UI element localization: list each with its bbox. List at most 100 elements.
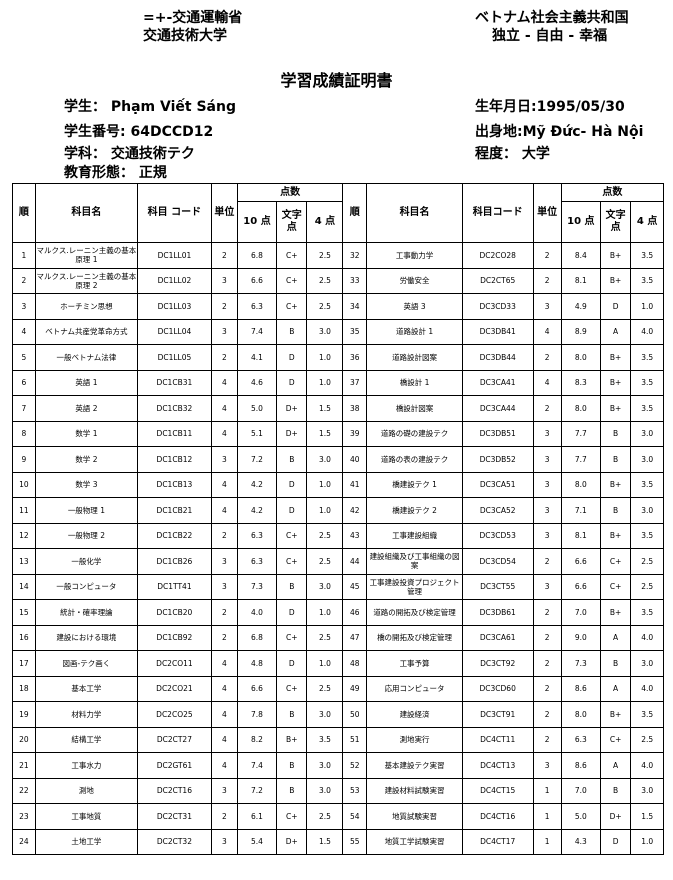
- letter-grade-cell: B: [276, 318, 308, 345]
- department-value: 交通技術テク: [110, 146, 195, 162]
- col-subject-right: 科目名: [366, 183, 463, 243]
- level-row: 程度： 大学: [475, 143, 550, 163]
- score-4-cell: 3.0: [630, 777, 664, 804]
- subject-name: 道路の表の建設テク: [366, 446, 463, 473]
- score-10-cell: 8.0: [560, 701, 601, 728]
- score-4-cell: 1.0: [306, 497, 344, 524]
- student-id-row: 学生番号: 64DCCD12: [64, 121, 213, 141]
- letter-grade-cell: A: [599, 675, 632, 702]
- row-number: 43: [342, 522, 368, 549]
- education-type-label: 教育形態：: [64, 165, 134, 181]
- score-4-cell: 2.5: [306, 522, 344, 549]
- score-10-cell: 7.8: [236, 701, 278, 728]
- col-letter-left: 文字点: [276, 201, 308, 243]
- subject-code: DC4CT16: [461, 803, 534, 830]
- national-motto: 独立 - 自由 - 幸福: [492, 28, 608, 44]
- score-10-cell: 8.9: [560, 318, 601, 345]
- subject-code: DC3CT55: [461, 573, 534, 600]
- score-10-cell: 8.1: [560, 522, 601, 549]
- subject-code: DC1CB31: [136, 369, 212, 396]
- col-s10-left: 10 点: [236, 201, 278, 243]
- credit-cell: 4: [210, 726, 238, 753]
- letter-grade-cell: B+: [599, 369, 632, 396]
- row-number: 55: [342, 828, 368, 855]
- row-number: 42: [342, 497, 368, 524]
- credit-cell: 4: [210, 369, 238, 396]
- letter-grade-cell: D: [276, 650, 308, 677]
- credit-cell: 4: [210, 675, 238, 702]
- subject-name: マルクス.レーニン主義の基本原理 2: [34, 267, 138, 294]
- score-10-cell: 5.0: [560, 803, 601, 830]
- score-10-cell: 8.0: [560, 395, 601, 422]
- table-row: 11 一般物理 1 DC1CB21 4 4.2 D 1.0 42 橋建設テク 2 DC3CA52 3…: [12, 497, 664, 524]
- subject-name: 労働安全: [366, 267, 463, 294]
- score-4-cell: 3.0: [306, 752, 344, 779]
- col-s4-left: 4 点: [306, 201, 344, 243]
- credit-cell: 2: [532, 344, 562, 371]
- subject-code: DC3CA52: [461, 497, 534, 524]
- subject-name: 土地工学: [34, 828, 138, 855]
- subject-name: 地質工学試験実習: [366, 828, 463, 855]
- row-number: 13: [12, 548, 36, 575]
- table-row: 20 結構工学 DC2CT27 4 8.2 B+ 3.5 51 測地実行 DC4CT11 2 6.3 C…: [12, 726, 664, 753]
- letter-grade-cell: B: [599, 446, 632, 473]
- row-number: 17: [12, 650, 36, 677]
- score-10-cell: 8.6: [560, 752, 601, 779]
- score-10-cell: 7.0: [560, 777, 601, 804]
- letter-grade-cell: B: [276, 573, 308, 600]
- table-row: 24 土地工学 DC2CT32 3 5.4 D+ 1.5 55 地質工学試験実習 DC4CT17 1…: [12, 828, 664, 855]
- score-4-cell: 2.5: [306, 548, 344, 575]
- subject-code: DC3CD33: [461, 293, 534, 320]
- letter-grade-cell: B: [276, 752, 308, 779]
- score-4-cell: 1.5: [306, 395, 344, 422]
- subject-name: 橋設計図案: [366, 395, 463, 422]
- score-10-cell: 7.4: [236, 318, 278, 345]
- credit-cell: 3: [210, 777, 238, 804]
- subject-code: DC2CT65: [461, 267, 534, 294]
- credit-cell: 1: [532, 828, 562, 855]
- row-number: 24: [12, 828, 36, 855]
- subject-name: 工事建設投資プロジェクト管理: [366, 573, 463, 600]
- score-4-cell: 3.0: [630, 497, 664, 524]
- credit-cell: 4: [210, 650, 238, 677]
- subject-code: DC3CD60: [461, 675, 534, 702]
- score-4-cell: 1.0: [306, 369, 344, 396]
- origin-label: 出身地:: [475, 124, 523, 140]
- subject-name: 工事動力学: [366, 242, 463, 269]
- letter-grade-cell: C+: [276, 624, 308, 651]
- row-number: 52: [342, 752, 368, 779]
- credit-cell: 3: [210, 318, 238, 345]
- subject-name: 一般ベトナム法律: [34, 344, 138, 371]
- table-header-row: 順 科目名 科目 コード 単位 点数 順 科目名 科目コード 単位 点数: [12, 183, 665, 243]
- subject-name: ホーチミン思想: [34, 293, 138, 320]
- score-4-cell: 2.5: [630, 726, 664, 753]
- score-4-cell: 4.0: [630, 318, 664, 345]
- score-10-cell: 5.1: [236, 420, 278, 447]
- score-10-cell: 8.0: [560, 344, 601, 371]
- score-4-cell: 2.5: [306, 675, 344, 702]
- education-type-value: 正規: [138, 165, 167, 181]
- score-4-cell: 3.5: [630, 701, 664, 728]
- row-number: 36: [342, 344, 368, 371]
- score-10-cell: 6.8: [236, 242, 278, 269]
- table-row: 2 マルクス.レーニン主義の基本原理 2 DC1LL02 3 6.6 C+ 2.5 33 労働安…: [12, 267, 664, 294]
- subject-code: DC1LL02: [136, 267, 212, 294]
- score-10-cell: 6.3: [236, 293, 278, 320]
- score-4-cell: 3.5: [306, 726, 344, 753]
- subject-code: DC4CT13: [461, 752, 534, 779]
- subject-code: DC1CB12: [136, 446, 212, 473]
- table-row: 12 一般物理 2 DC1CB22 2 6.3 C+ 2.5 43 工事建設組織 DC3CD53 3…: [12, 522, 664, 549]
- credit-cell: 2: [210, 242, 238, 269]
- score-4-cell: 3.5: [630, 344, 664, 371]
- row-number: 3: [12, 293, 36, 320]
- subject-code: DC1CB20: [136, 599, 212, 626]
- letter-grade-cell: C+: [276, 522, 308, 549]
- department-row: 学科： 交通技術テク: [64, 143, 195, 163]
- subject-code: DC4CT11: [461, 726, 534, 753]
- subject-name: 工事水力: [34, 752, 138, 779]
- subject-code: DC1CB11: [136, 420, 212, 447]
- score-10-cell: 7.3: [560, 650, 601, 677]
- row-number: 10: [12, 471, 36, 498]
- subject-name: 工事予算: [366, 650, 463, 677]
- credit-cell: 2: [210, 293, 238, 320]
